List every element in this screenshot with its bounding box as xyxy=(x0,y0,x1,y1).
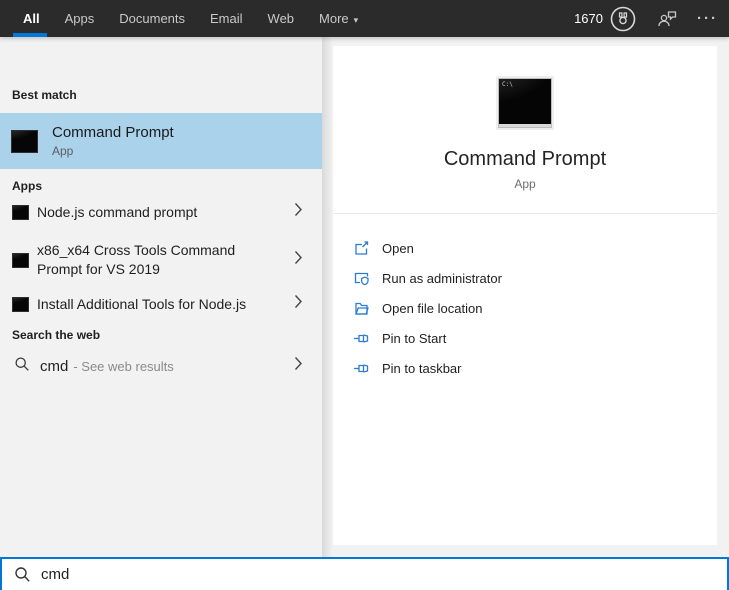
result-label: x86_x64 Cross Tools Command Prompt for V… xyxy=(37,242,236,277)
tab-documents[interactable]: Documents xyxy=(119,11,185,26)
command-prompt-icon-large: C:\ xyxy=(498,78,552,128)
rewards-button[interactable]: 1670 xyxy=(574,5,637,33)
web-query-text: cmd xyxy=(40,357,69,375)
filter-tabs: All Apps Documents Email Web More ▾ xyxy=(0,11,358,26)
chevron-right-icon xyxy=(294,356,303,376)
more-options-icon[interactable]: ··· xyxy=(697,11,718,26)
rewards-points: 1670 xyxy=(574,11,603,26)
tab-apps[interactable]: Apps xyxy=(65,11,95,26)
file-location-icon xyxy=(353,300,370,317)
terminal-icon xyxy=(12,204,29,220)
best-match-title: Command Prompt xyxy=(52,124,174,141)
result-label: Node.js command prompt xyxy=(37,203,198,220)
action-label: Pin to taskbar xyxy=(382,360,462,376)
start-search-window: All Apps Documents Email Web More ▾ 1670 xyxy=(0,0,729,590)
best-match-header: Best match xyxy=(12,88,77,102)
search-input[interactable] xyxy=(41,559,727,590)
tab-all[interactable]: All xyxy=(23,11,40,26)
terminal-icon xyxy=(12,296,29,312)
tab-more-label: More xyxy=(319,11,349,26)
result-install-node-tools[interactable]: Install Additional Tools for Node.js xyxy=(0,289,322,319)
feedback-icon[interactable] xyxy=(656,9,678,29)
action-label: Pin to Start xyxy=(382,330,447,346)
action-pin-to-taskbar[interactable]: Pin to taskbar xyxy=(333,353,717,383)
search-web-header: Search the web xyxy=(12,328,101,342)
action-open-file-location[interactable]: Open file location xyxy=(333,293,717,323)
search-bar xyxy=(0,557,729,590)
chevron-down-icon: ▾ xyxy=(353,15,359,25)
preview-app-subtitle: App xyxy=(514,177,536,191)
active-tab-underline xyxy=(13,33,47,37)
action-open[interactable]: Open xyxy=(333,233,717,263)
pin-icon xyxy=(353,330,370,347)
pin-icon xyxy=(353,360,370,377)
result-nodejs-command-prompt[interactable]: Node.js command prompt xyxy=(0,197,322,227)
web-results-hint: - See web results xyxy=(73,358,174,374)
action-label: Open file location xyxy=(382,300,483,316)
rewards-medal-icon xyxy=(609,5,637,33)
tab-web[interactable]: Web xyxy=(268,11,295,26)
search-icon xyxy=(14,566,31,583)
panel-divider-shadow xyxy=(322,37,333,557)
action-label: Open xyxy=(382,240,414,256)
search-filter-bar: All Apps Documents Email Web More ▾ 1670 xyxy=(0,0,729,37)
search-icon xyxy=(14,356,30,377)
chevron-right-icon xyxy=(294,250,303,270)
prompt-glyph: C:\ xyxy=(502,81,513,88)
open-icon xyxy=(353,240,370,257)
result-web-search[interactable]: cmd - See web results xyxy=(0,347,322,385)
action-pin-to-start[interactable]: Pin to Start xyxy=(333,323,717,353)
best-match-subtitle: App xyxy=(52,144,74,158)
action-list: Open Run as administrator Open file loca… xyxy=(333,233,717,383)
divider xyxy=(333,213,717,214)
result-x86-cross-tools[interactable]: x86_x64 Cross Tools Command Prompt for V… xyxy=(0,233,322,287)
chevron-right-icon xyxy=(294,294,303,314)
action-run-as-administrator[interactable]: Run as administrator xyxy=(333,263,717,293)
tab-email[interactable]: Email xyxy=(210,11,243,26)
result-label: Install Additional Tools for Node.js xyxy=(37,295,247,312)
terminal-icon xyxy=(12,252,29,268)
best-match-result[interactable]: Command Prompt App xyxy=(0,113,322,169)
apps-header: Apps xyxy=(12,179,42,193)
chevron-right-icon xyxy=(294,202,303,222)
tab-more[interactable]: More ▾ xyxy=(319,11,358,26)
preview-card: C:\ Command Prompt App Open Run as admin… xyxy=(333,46,717,545)
action-label: Run as administrator xyxy=(382,270,502,286)
command-prompt-icon xyxy=(11,129,38,153)
results-panel: Best match Command Prompt App Apps Node.… xyxy=(0,37,322,557)
preview-app-title: Command Prompt xyxy=(443,148,607,170)
run-as-admin-icon xyxy=(353,270,370,287)
